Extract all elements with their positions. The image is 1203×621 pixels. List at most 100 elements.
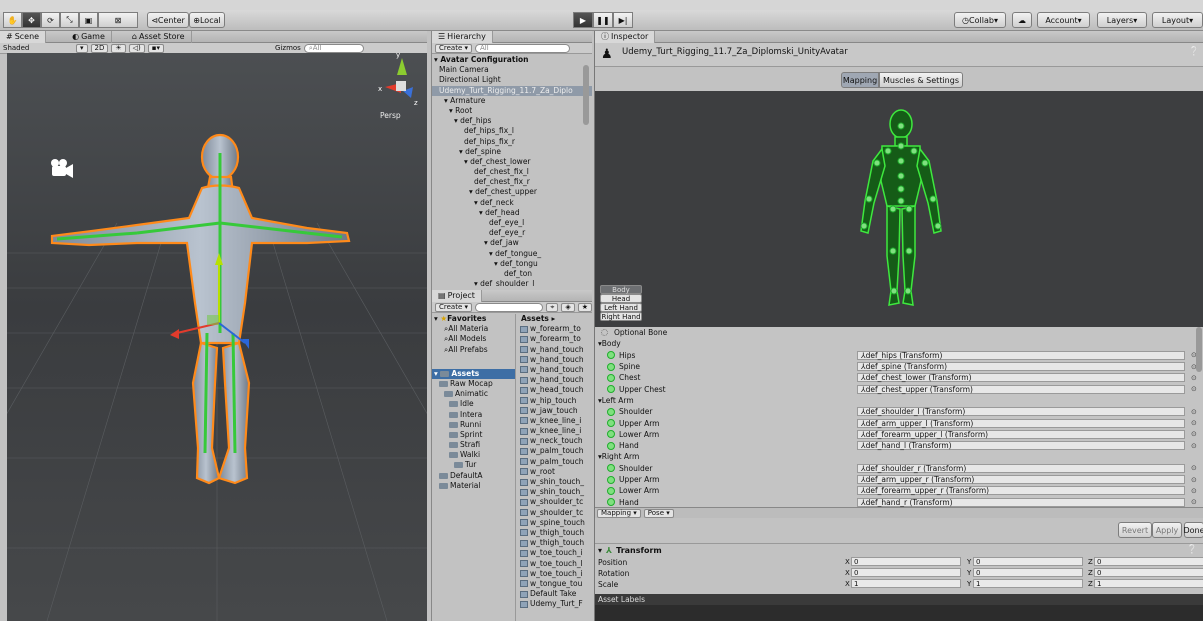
tab-hierarchy[interactable]: ☰ Hierarchy	[432, 30, 493, 43]
hierarchy-scrollbar[interactable]	[583, 65, 589, 125]
file-item[interactable]: w_spine_touch	[520, 518, 593, 528]
bone-row[interactable]: Shoulder ⅄def_shoulder_r (Transform) ⊙	[595, 463, 1203, 474]
hierarchy-item[interactable]: def_chest_fix_r	[432, 177, 592, 187]
file-item[interactable]: w_hand_touch	[520, 355, 593, 365]
transform-rotation-x-field[interactable]: 0	[851, 568, 961, 577]
project-search-input[interactable]	[475, 302, 544, 312]
file-item[interactable]: w_knee_line_i	[520, 426, 593, 436]
layers-dropdown[interactable]: Layers ▾	[1097, 12, 1147, 28]
object-picker-icon[interactable]: ⊙	[1191, 374, 1197, 382]
hierarchy-item[interactable]: ▾ def_head	[432, 208, 592, 218]
rotate-tool-button[interactable]: ⟳	[41, 12, 60, 28]
bone-transform-field[interactable]: ⅄def_arm_upper_l (Transform)	[857, 418, 1185, 428]
assets-root[interactable]: ▾ Assets	[432, 368, 515, 379]
transform-header[interactable]: ▾ ⅄ Transform	[598, 546, 662, 555]
file-item[interactable]: w_forearm_to	[520, 324, 593, 334]
hierarchy-item[interactable]: ▾ def_chest_lower	[432, 157, 592, 167]
bone-transform-field[interactable]: ⅄def_chest_lower (Transform)	[857, 373, 1185, 383]
tab-scene[interactable]: # Scene	[0, 30, 47, 43]
transform-tool-button[interactable]: ⊠	[98, 12, 138, 28]
play-button[interactable]: ▶	[573, 12, 593, 28]
bone-transform-field[interactable]: ⅄def_shoulder_r (Transform)	[857, 463, 1185, 473]
file-item[interactable]: w_hip_touch	[520, 396, 593, 406]
scale-tool-button[interactable]: ⤡	[60, 12, 79, 28]
hierarchy-item[interactable]: ▾ Avatar Configuration	[432, 55, 592, 65]
object-picker-icon[interactable]: ⊙	[1191, 476, 1197, 484]
apply-button[interactable]: Apply	[1152, 522, 1182, 538]
hierarchy-item[interactable]: ▾ def_neck	[432, 198, 592, 208]
transform-scale-z-field[interactable]: 1	[1094, 579, 1203, 588]
bone-transform-field[interactable]: ⅄def_chest_upper (Transform)	[857, 384, 1185, 394]
object-picker-icon[interactable]: ⊙	[1191, 419, 1197, 427]
perspective-label[interactable]: Persp	[380, 111, 401, 120]
favorites-header[interactable]: ▾ ★Favorites	[432, 314, 515, 324]
rect-tool-button[interactable]: ▣	[79, 12, 98, 28]
project-create-button[interactable]: Create ▾	[435, 302, 473, 312]
move-tool-button[interactable]: ✥	[22, 12, 41, 28]
transform-position-y-field[interactable]: 0	[973, 557, 1083, 566]
hierarchy-item[interactable]: Main Camera	[432, 65, 592, 75]
bone-row[interactable]: Upper Arm ⅄def_arm_upper_r (Transform) ⊙	[595, 474, 1203, 485]
hierarchy-item[interactable]: def_ton	[432, 269, 592, 279]
camera-gizmo-icon[interactable]	[51, 159, 73, 178]
bone-section-header[interactable]: ▾ Left Arm	[595, 395, 1203, 406]
hierarchy-item[interactable]: Udemy_Turt_Rigging_11.7_Za_Diplo	[432, 85, 592, 96]
orientation-gizmo[interactable]: x y z	[378, 53, 418, 107]
bone-row[interactable]: Spine ⅄def_spine (Transform) ⊙	[595, 361, 1203, 372]
bone-transform-field[interactable]: ⅄def_arm_upper_r (Transform)	[857, 475, 1185, 484]
file-item[interactable]: Default Take	[520, 589, 593, 599]
bone-row[interactable]: Lower Arm ⅄def_forearm_upper_r (Transform…	[595, 485, 1203, 496]
step-button[interactable]: ▶|	[613, 12, 633, 28]
hierarchy-item[interactable]: ▾ Armature	[432, 96, 592, 106]
file-item[interactable]: w_shin_touch_	[520, 487, 593, 497]
favorite-item[interactable]: ⌕ All Prefabs	[432, 345, 515, 355]
right-hand-button[interactable]: Right Hand	[600, 312, 642, 321]
shading-dropdown[interactable]: Shaded	[3, 44, 73, 52]
pause-button[interactable]: ❚❚	[593, 12, 613, 28]
filter-type-icon[interactable]: ⌖	[546, 302, 559, 312]
bone-transform-field[interactable]: ⅄def_forearm_upper_r (Transform)	[857, 486, 1185, 496]
bone-transform-field[interactable]: ⅄def_forearm_upper_l (Transform)	[857, 429, 1185, 439]
object-picker-icon[interactable]: ⊙	[1191, 408, 1197, 416]
pose-menu-button[interactable]: Pose ▾	[643, 508, 674, 518]
folder-item[interactable]: Material	[432, 481, 515, 491]
tab-mapping[interactable]: Mapping	[841, 72, 879, 88]
help-icon[interactable]: ❔	[1189, 47, 1200, 57]
transform-scale-y-field[interactable]: 1	[973, 579, 1083, 588]
files-breadcrumb[interactable]: Assets ▸	[518, 314, 593, 324]
bone-section-header[interactable]: ▾ Body	[595, 338, 1203, 349]
bone-section-header[interactable]: ▾ Right Arm	[595, 451, 1203, 462]
bone-list-scrollbar[interactable]	[1196, 327, 1202, 372]
hierarchy-item[interactable]: ▾ def_chest_upper	[432, 187, 592, 197]
done-button[interactable]: Done	[1183, 522, 1203, 538]
file-item[interactable]: w_shoulder_tc	[520, 497, 593, 507]
transform-position-x-field[interactable]: 0	[851, 557, 961, 566]
pivot-center-toggle[interactable]: ⊲ Center	[147, 12, 189, 28]
account-dropdown[interactable]: Account ▾	[1037, 12, 1090, 28]
favorite-item[interactable]: ⌕ All Models	[432, 334, 515, 344]
layout-dropdown[interactable]: Layout ▾	[1152, 12, 1203, 28]
folder-item[interactable]: DefaultA	[432, 471, 515, 481]
bone-transform-field[interactable]: ⅄def_hand_l (Transform)	[857, 441, 1185, 451]
help-icon[interactable]: ❔	[1187, 545, 1198, 555]
bone-row[interactable]: Upper Arm ⅄def_arm_upper_l (Transform) ⊙	[595, 417, 1203, 428]
bone-row[interactable]: Hips ⅄def_hips (Transform) ⊙	[595, 350, 1203, 361]
file-item[interactable]: w_palm_touch	[520, 446, 593, 456]
object-picker-icon[interactable]: ⊙	[1191, 464, 1197, 472]
bone-transform-field[interactable]: ⅄def_hand_r (Transform)	[857, 497, 1185, 507]
folder-item[interactable]: Raw Mocap	[432, 379, 515, 389]
hierarchy-item[interactable]: def_chest_fix_l	[432, 167, 592, 177]
hand-tool-button[interactable]: ✋	[3, 12, 22, 28]
file-item[interactable]: w_thigh_touch	[520, 528, 593, 538]
hierarchy-item[interactable]: ▾ def_hips	[432, 116, 592, 126]
file-item[interactable]: w_jaw_touch	[520, 406, 593, 416]
avatar-body-map[interactable]	[595, 91, 1203, 327]
file-item[interactable]: w_hand_touch	[520, 375, 593, 385]
cloud-button[interactable]: ☁	[1012, 12, 1032, 28]
gizmos-dropdown[interactable]: Gizmos	[275, 44, 301, 52]
folder-item[interactable]: Strafi	[432, 440, 515, 450]
file-item[interactable]: w_head_touch	[520, 385, 593, 395]
folder-item[interactable]: Runni	[432, 420, 515, 430]
favorite-star-icon[interactable]: ★	[577, 302, 592, 312]
file-item[interactable]: w_tongue_tou	[520, 579, 593, 589]
